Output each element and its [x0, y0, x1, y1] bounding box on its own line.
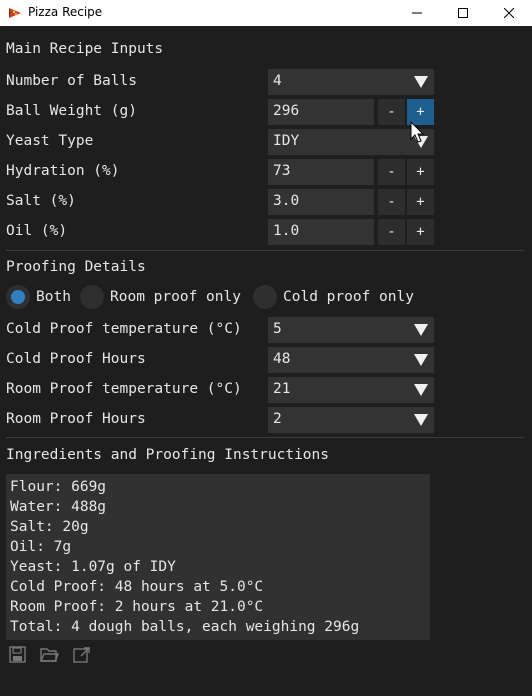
output-line: Cold Proof: 48 hours at 5.0°C [10, 579, 264, 595]
oil-value: 1.0 [273, 223, 300, 239]
output-line: Room Proof: 2 hours at 21.0°C [10, 599, 264, 615]
room-proof-temp-label: Room Proof temperature (°C) [6, 381, 242, 397]
dropdown-arrow-icon [414, 354, 428, 366]
cold-proof-temp-combo[interactable]: 5 [268, 317, 434, 343]
dropdown-arrow-icon [414, 384, 428, 396]
oil-increment-button[interactable]: + [407, 219, 434, 245]
radio-selected-icon [6, 285, 30, 309]
oil-decrement-button[interactable]: - [378, 219, 405, 245]
hydration-field[interactable]: 73 [268, 159, 374, 185]
room-proof-temp-combo[interactable]: 21 [268, 377, 434, 403]
salt-label: Salt (%) [6, 193, 76, 209]
output-line: Total: 4 dough balls, each weighing 296g [10, 619, 360, 635]
output-line: Flour: 669g [10, 479, 107, 495]
cold-proof-temp-value: 5 [273, 321, 282, 337]
yeast-type-value: IDY [273, 133, 300, 149]
radio-unselected-icon [253, 285, 277, 309]
title-bar: Pizza Recipe [0, 0, 532, 26]
pizza-app-icon [9, 8, 21, 18]
radio-both-label: Both [36, 289, 71, 305]
cold-proof-hours-combo[interactable]: 48 [268, 347, 434, 373]
room-proof-hours-value: 2 [273, 411, 282, 427]
close-icon [504, 8, 514, 18]
hydration-value: 73 [273, 163, 291, 179]
yeast-type-label: Yeast Type [6, 133, 94, 149]
balls-combo[interactable]: 4 [268, 69, 434, 95]
divider [6, 250, 524, 251]
output-heading: Ingredients and Proofing Instructions [6, 447, 330, 463]
export-icon[interactable] [72, 646, 92, 664]
room-proof-temp-value: 21 [273, 381, 291, 397]
radio-room-proof-only-label: Room proof only [110, 289, 241, 305]
mouse-cursor-icon [410, 121, 424, 143]
window-title: Pizza Recipe [28, 5, 103, 19]
balls-value: 4 [273, 73, 282, 89]
dropdown-arrow-icon [414, 76, 428, 88]
radio-unselected-icon [80, 285, 104, 309]
cold-proof-hours-value: 48 [273, 351, 291, 367]
radio-cold-proof-only[interactable]: Cold proof only [253, 285, 414, 309]
ball-weight-label: Ball Weight (g) [6, 103, 137, 119]
cold-proof-hours-label: Cold Proof Hours [6, 351, 146, 367]
output-line: Water: 488g [10, 499, 107, 515]
main-inputs-heading: Main Recipe Inputs [6, 41, 164, 57]
ball-weight-field[interactable]: 296 [268, 99, 374, 125]
balls-label: Number of Balls [6, 73, 137, 89]
save-icon[interactable] [8, 646, 28, 664]
oil-field[interactable]: 1.0 [268, 219, 374, 245]
divider [6, 437, 524, 438]
ball-weight-value: 296 [273, 103, 300, 119]
output-line: Yeast: 1.07g of IDY [10, 559, 176, 575]
hydration-label: Hydration (%) [6, 163, 120, 179]
salt-field[interactable]: 3.0 [268, 189, 374, 215]
ball-weight-decrement-button[interactable]: - [378, 99, 405, 125]
output-line: Salt: 20g [10, 519, 89, 535]
cold-proof-temp-label: Cold Proof temperature (°C) [6, 321, 242, 337]
maximize-icon [458, 8, 468, 18]
dropdown-arrow-icon [414, 414, 428, 426]
minimize-icon [412, 12, 422, 14]
instructions-output[interactable]: Flour: 669g Water: 488g Salt: 20g Oil: 7… [6, 474, 430, 640]
room-proof-hours-label: Room Proof Hours [6, 411, 146, 427]
hydration-increment-button[interactable]: + [407, 159, 434, 185]
hydration-decrement-button[interactable]: - [378, 159, 405, 185]
radio-cold-proof-only-label: Cold proof only [283, 289, 414, 305]
proofing-heading: Proofing Details [6, 259, 146, 275]
minimize-button[interactable] [394, 0, 440, 26]
radio-both[interactable]: Both [6, 285, 71, 309]
maximize-button[interactable] [440, 0, 486, 26]
salt-decrement-button[interactable]: - [378, 189, 405, 215]
dropdown-arrow-icon [414, 324, 428, 336]
salt-increment-button[interactable]: + [407, 189, 434, 215]
radio-room-proof-only[interactable]: Room proof only [80, 285, 241, 309]
oil-label: Oil (%) [6, 223, 68, 239]
main-content: Main Recipe Inputs Number of Balls 4 Bal… [0, 26, 532, 696]
room-proof-hours-combo[interactable]: 2 [268, 407, 434, 433]
salt-value: 3.0 [273, 193, 300, 209]
open-folder-icon[interactable] [39, 646, 59, 664]
close-button[interactable] [486, 0, 532, 26]
output-line: Oil: 7g [10, 539, 72, 555]
proof-mode-radio-group: Both Room proof only Cold proof only [6, 285, 436, 311]
